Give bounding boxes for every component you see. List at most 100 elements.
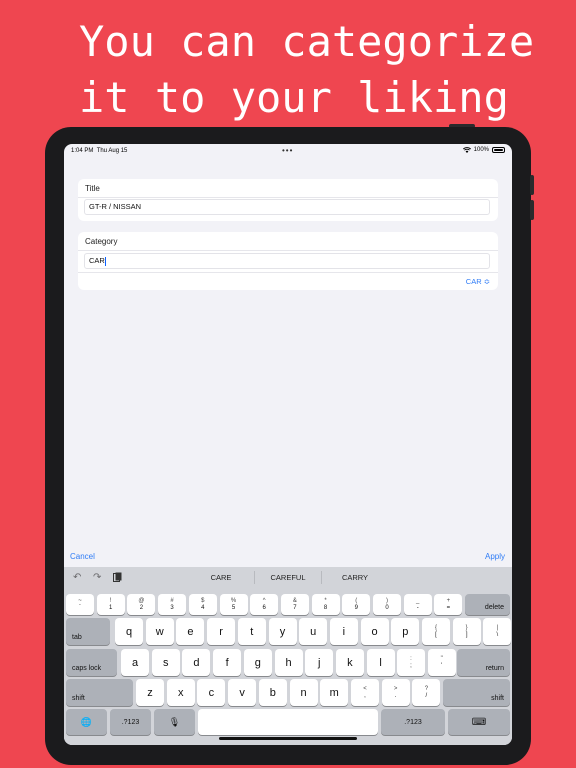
globe-icon: 🌐 — [80, 716, 93, 727]
numbers-key-left[interactable]: .?123 — [110, 709, 151, 735]
category-divider-2 — [78, 272, 498, 273]
key-row4-sym-1[interactable]: >. — [381, 679, 410, 706]
key-v[interactable]: v — [228, 679, 257, 706]
key-row1-12[interactable]: + = — [434, 594, 463, 615]
key-k[interactable]: k — [335, 649, 364, 676]
mic-key[interactable]: 🎙 — [154, 709, 195, 735]
key-row1-4[interactable]: $4 — [188, 594, 217, 615]
status-bar: 1:04 PM Thu Aug 15 ••• 100% — [64, 144, 512, 158]
key-s[interactable]: s — [151, 649, 180, 676]
key-i[interactable]: i — [329, 618, 358, 645]
key-glyph: 3 — [170, 604, 174, 611]
key-row1-10[interactable]: ) 0 — [373, 594, 401, 615]
key-n[interactable]: n — [289, 679, 318, 706]
key-shift-glyph: ( — [355, 597, 358, 604]
globe-key[interactable]: 🌐 — [66, 709, 107, 735]
title-label: Title — [85, 184, 100, 193]
key-row1-2[interactable]: @2 — [127, 594, 156, 615]
key-row3-sym-0[interactable]: :; — [397, 649, 425, 676]
key-z[interactable]: z — [136, 679, 164, 706]
key-row4-sym-0[interactable]: <, — [351, 679, 379, 706]
key-c[interactable]: c — [197, 679, 226, 706]
key-row1-3[interactable]: #3 — [158, 594, 187, 615]
title-field[interactable]: GT-R / NISSAN — [84, 199, 490, 215]
key-y[interactable]: y — [268, 618, 297, 645]
key-g[interactable]: g — [243, 649, 272, 676]
key-row1-11[interactable]: _ - — [403, 594, 432, 615]
key-row1-8[interactable]: * 8 — [311, 594, 340, 615]
key-row1-0[interactable]: ~ ` — [66, 594, 94, 615]
key-row4-sym-2[interactable]: ? / — [412, 679, 441, 706]
key-glyph: ] — [465, 631, 468, 638]
category-field[interactable]: CAR — [84, 253, 490, 269]
key-row2-sym-1[interactable]: }] — [452, 618, 481, 645]
key-e[interactable]: e — [176, 618, 205, 645]
key-glyph: 9 — [354, 604, 358, 611]
key-m[interactable]: m — [320, 679, 349, 706]
category-picker[interactable]: CAR ≎ — [466, 277, 490, 286]
battery-icon — [492, 147, 505, 153]
numbers-key-right[interactable]: .?123 — [381, 709, 445, 735]
mic-icon: 🎙 — [168, 716, 181, 727]
key-shift-glyph: ? — [424, 685, 429, 692]
key-row1-7[interactable]: & 7 — [280, 594, 309, 615]
key-u[interactable]: u — [299, 618, 328, 645]
title-divider — [78, 197, 498, 198]
paste-icon[interactable] — [113, 572, 122, 582]
key-j[interactable]: j — [305, 649, 334, 676]
key-glyph: 2 — [139, 604, 144, 611]
key-glyph: [ — [435, 631, 437, 638]
key-shift-glyph: # — [170, 597, 174, 604]
key-glyph: , — [364, 692, 366, 699]
key-t[interactable]: t — [237, 618, 266, 645]
tab-key[interactable]: tab — [66, 618, 110, 645]
hide-keyboard-key[interactable]: ⌨ — [448, 709, 510, 735]
key-h[interactable]: h — [274, 649, 303, 676]
keyboard: ↶ ↷ CARE CAREFUL CARRY delete tab caps l… — [64, 567, 512, 745]
key-l[interactable]: l — [366, 649, 395, 676]
key-q[interactable]: q — [115, 618, 143, 645]
key-r[interactable]: r — [207, 618, 236, 645]
key-shift-glyph: & — [292, 597, 297, 604]
key-d[interactable]: d — [182, 649, 211, 676]
key-shift-glyph: } — [465, 624, 468, 631]
apply-button[interactable]: Apply — [485, 552, 505, 561]
key-x[interactable]: x — [166, 679, 195, 706]
key-shift-glyph: ^ — [262, 597, 266, 604]
suggestion-1[interactable]: CARE — [186, 573, 256, 582]
undo-icon[interactable]: ↶ — [73, 572, 81, 583]
suggestion-2[interactable]: CAREFUL — [253, 573, 323, 582]
key-p[interactable]: p — [391, 618, 420, 645]
headline: You can categorize it to your liking — [79, 14, 559, 126]
return-key[interactable]: return — [457, 649, 510, 676]
suggestion-3[interactable]: CARRY — [320, 573, 390, 582]
caps-lock-key[interactable]: caps lock — [66, 649, 117, 676]
status-time: 1:04 PM Thu Aug 15 — [71, 148, 128, 154]
key-glyph: 0 — [385, 604, 389, 611]
key-row1-1[interactable]: ! 1 — [96, 594, 125, 615]
key-row1-5[interactable]: % 5 — [219, 594, 248, 615]
space-key[interactable] — [198, 709, 378, 735]
key-o[interactable]: o — [360, 618, 389, 645]
shift-left-key[interactable]: shift — [66, 679, 133, 706]
key-glyph: 5 — [231, 604, 236, 611]
delete-key[interactable]: delete — [465, 594, 510, 615]
category-divider — [78, 250, 498, 251]
key-row1-6[interactable]: ^ 6 — [250, 594, 279, 615]
shift-right-key[interactable]: shift — [443, 679, 510, 706]
multitasking-dots[interactable]: ••• — [282, 146, 293, 155]
key-glyph: \ — [496, 631, 499, 638]
key-row2-sym-0[interactable]: {[ — [422, 618, 450, 645]
key-a[interactable]: a — [121, 649, 149, 676]
key-glyph: 4 — [201, 604, 205, 611]
key-shift-glyph: : — [410, 655, 412, 662]
redo-icon[interactable]: ↷ — [93, 572, 101, 583]
key-b[interactable]: b — [258, 679, 287, 706]
key-row1-9[interactable]: (9 — [342, 594, 371, 615]
key-f[interactable]: f — [213, 649, 242, 676]
category-label: Category — [85, 237, 118, 246]
key-row3-sym-1[interactable]: " ' — [427, 649, 456, 676]
cancel-button[interactable]: Cancel — [70, 552, 95, 561]
key-row2-sym-2[interactable]: | \ — [483, 618, 512, 645]
key-w[interactable]: w — [145, 618, 174, 645]
